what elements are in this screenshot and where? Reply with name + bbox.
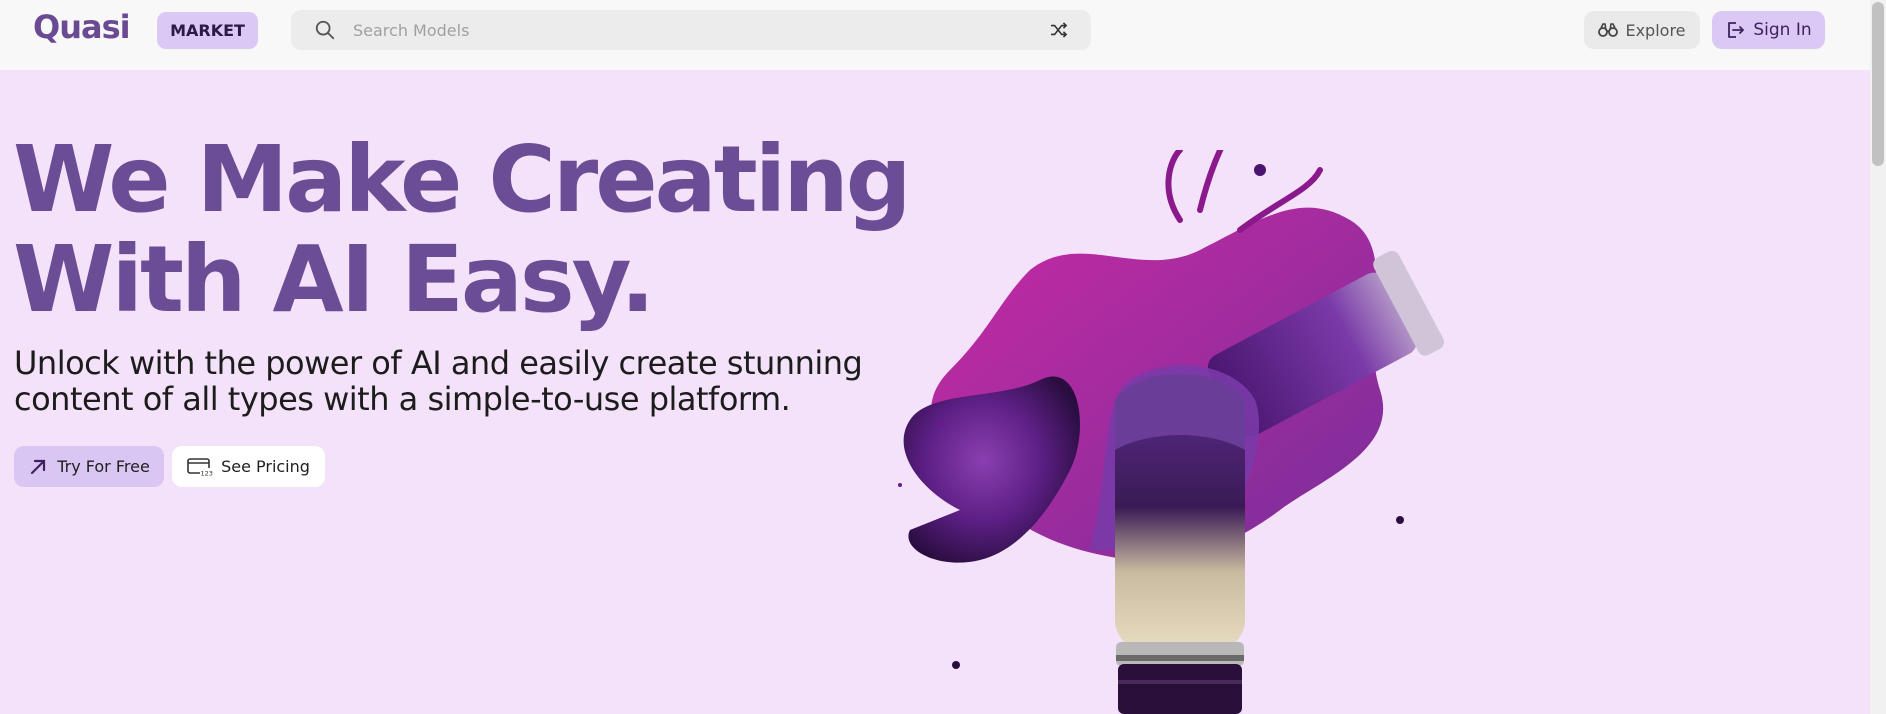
hero-subtitle: Unlock with the power of AI and easily c… <box>14 344 863 418</box>
try-for-free-button[interactable]: Try For Free <box>14 446 164 487</box>
paint-brush-splash-image <box>898 150 1444 714</box>
explore-button[interactable]: Explore <box>1584 11 1700 49</box>
quasi-logo[interactable]: Quasi <box>33 8 131 46</box>
hero-title: We Make Creating With AI Easy. <box>13 126 912 333</box>
see-pricing-button[interactable]: 123 See Pricing <box>172 446 325 487</box>
search-icon <box>315 20 335 40</box>
hero-title-line-1: We Make Creating <box>13 126 912 233</box>
sign-in-button[interactable]: Sign In <box>1712 11 1825 49</box>
arrow-up-right-icon <box>31 459 46 474</box>
svg-text:123: 123 <box>201 469 213 477</box>
search-bar[interactable] <box>291 10 1091 50</box>
top-nav-bar: Quasi MARKET Explore Sign In <box>0 0 1870 70</box>
try-for-free-label: Try For Free <box>57 457 150 476</box>
market-button[interactable]: MARKET <box>157 12 258 49</box>
see-pricing-label: See Pricing <box>221 457 310 476</box>
sign-in-label: Sign In <box>1753 20 1812 40</box>
explore-label: Explore <box>1625 20 1686 40</box>
shuffle-icon[interactable] <box>1050 22 1068 38</box>
pricing-card-icon: 123 <box>187 457 213 477</box>
scrollbar-thumb[interactable] <box>1872 2 1884 166</box>
hero-title-line-2: With AI Easy. <box>13 226 655 333</box>
search-input[interactable] <box>353 10 1003 50</box>
binoculars-icon <box>1598 23 1619 37</box>
page-scrollbar[interactable] <box>1870 0 1886 714</box>
sign-in-icon <box>1728 22 1745 38</box>
